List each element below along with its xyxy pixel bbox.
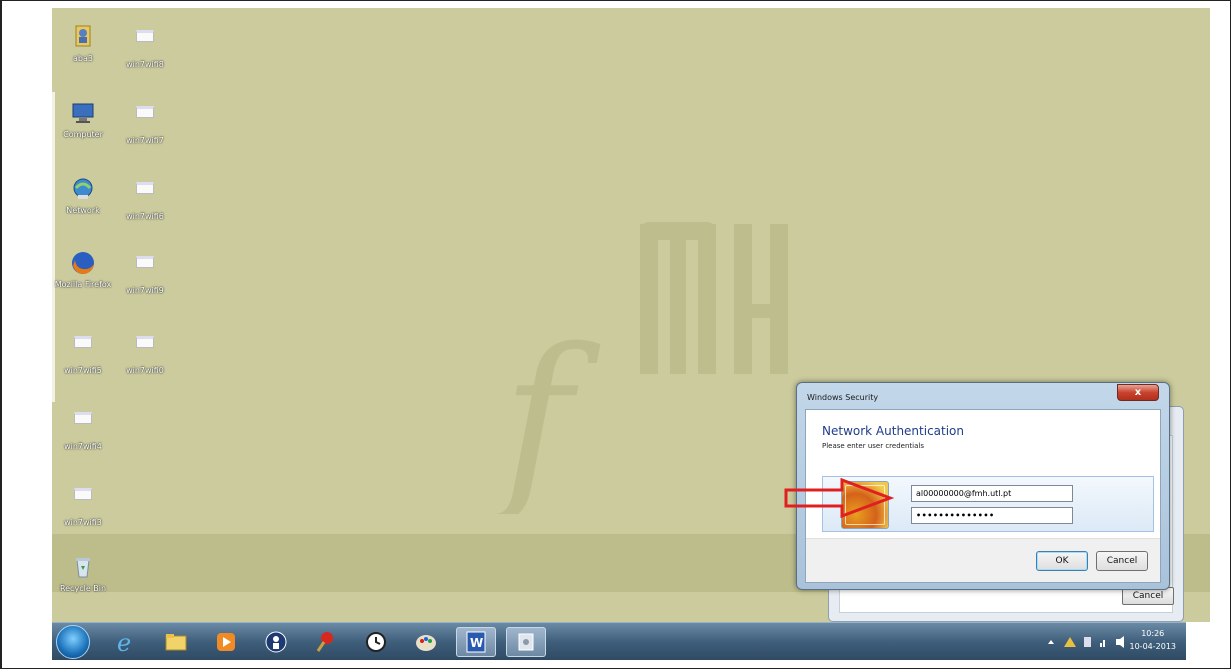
user-folder-icon (70, 24, 96, 50)
dialog-title: Windows Security (807, 393, 879, 402)
desktop-icon-label: win7wifi6 (126, 212, 164, 221)
svg-text:f: f (490, 308, 601, 514)
desktop-icon-win7wifi6[interactable]: win7wifi6 (114, 176, 176, 222)
word-icon: W (466, 631, 486, 653)
taskbar-paint[interactable] (406, 627, 446, 657)
desktop-icon-label: win7wifi3 (64, 518, 102, 527)
desktop-icon-win7wifi7[interactable]: win7wifi7 (114, 100, 176, 146)
app-icon (265, 631, 287, 653)
taskbar-media-player[interactable] (206, 627, 246, 657)
desktop-icon-label: Recycle Bin (59, 584, 107, 593)
username-field[interactable]: al00000000@fmh.utl.pt (911, 485, 1073, 502)
taskbar-internet-explorer[interactable]: e (106, 627, 146, 657)
taskbar: e W 10:26 10-04-2013 (52, 622, 1186, 660)
media-player-icon (217, 633, 235, 651)
desktop-icon-label: win7wifi7 (126, 136, 164, 145)
desktop-icon-label: win7wifi9 (126, 286, 164, 295)
desktop-icon-label: Mozilla Firefox (54, 280, 112, 289)
clock-date: 10-04-2013 (1129, 642, 1177, 651)
tray-icons[interactable] (1046, 635, 1128, 649)
desktop-icon-firefox[interactable]: Mozilla Firefox (52, 250, 114, 290)
window-icon (70, 412, 96, 438)
folder-icon (165, 634, 187, 651)
taskbar-app-window[interactable] (506, 627, 546, 657)
desktop-icon-recycle-bin[interactable]: Recycle Bin (52, 554, 114, 594)
window-icon (132, 182, 158, 208)
system-clock[interactable]: 10:26 10-04-2013 (1130, 627, 1177, 653)
desktop-icon-win7wifi3[interactable]: win7wifi3 (52, 482, 114, 528)
desktop-icon-label: win7wifi0 (126, 366, 164, 375)
window-icon (70, 488, 96, 514)
desktop-icon-win7wifi5[interactable]: win7wifi5 (52, 330, 114, 376)
desktop-icon-win7wifi4[interactable]: win7wifi4 (52, 406, 114, 452)
desktop-icon-win7wifi8[interactable]: win7wifi8 (114, 24, 176, 70)
window-icon (132, 106, 158, 132)
desktop-icon-win7wifi0[interactable]: win7wifi0 (114, 330, 176, 376)
app-window-icon (518, 633, 534, 651)
window-icon (132, 336, 158, 362)
password-field[interactable]: •••••••••••••• (911, 507, 1073, 524)
desktop-icon-computer[interactable]: Computer (52, 100, 114, 140)
taskbar-clock-app[interactable] (356, 627, 396, 657)
start-button[interactable] (56, 625, 90, 659)
window-icon (132, 30, 158, 56)
taskbar-pin-app[interactable] (306, 627, 346, 657)
desktop-icon-label: win7wifi5 (64, 366, 102, 375)
desktop-icon-label: win7wifi8 (126, 60, 164, 69)
credentials-instructions: Please enter user credentials (822, 442, 924, 450)
desktop-icon-label: win7wifi4 (64, 442, 102, 451)
desktop-icon-label: Computer (63, 130, 103, 139)
window-icon (70, 336, 96, 362)
cancel-button[interactable]: Cancel (1096, 551, 1148, 571)
dialog-button-bar: OK Cancel (806, 538, 1160, 582)
internet-explorer-icon: e (117, 629, 131, 655)
desktop-icon-label: Network (66, 206, 100, 215)
clock-app-icon (366, 632, 386, 652)
taskbar-windows-explorer[interactable] (156, 627, 196, 657)
svg-text:e: e (117, 629, 131, 655)
red-arrow-annotation (784, 478, 894, 518)
desktop-icon-label: aba3 (73, 54, 93, 63)
recycle-bin-icon (70, 554, 96, 580)
svg-text:W: W (470, 636, 483, 650)
system-tray: 10:26 10-04-2013 (1006, 623, 1186, 661)
fmh-logo-watermark: f (490, 222, 788, 514)
ok-button[interactable]: OK (1036, 551, 1088, 571)
close-button[interactable]: x (1117, 384, 1159, 401)
desktop-icon-network[interactable]: Network (52, 176, 114, 216)
clock-time: 10:26 (1141, 629, 1165, 638)
network-icon (70, 176, 96, 202)
computer-icon (70, 100, 96, 126)
network-authentication-heading: Network Authentication (822, 424, 965, 438)
taskbar-word[interactable]: W (456, 627, 496, 657)
paint-icon (416, 635, 436, 651)
pin-icon (316, 632, 333, 652)
firefox-icon (70, 250, 96, 276)
taskbar-app-1[interactable] (256, 627, 296, 657)
desktop-icon-user-folder[interactable]: aba3 (52, 24, 114, 64)
desktop-icon-win7wifi9[interactable]: win7wifi9 (114, 250, 176, 296)
window-icon (132, 256, 158, 282)
